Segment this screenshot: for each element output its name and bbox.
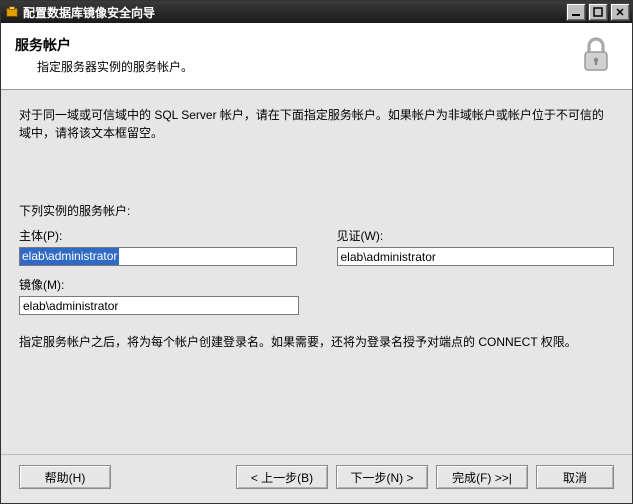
wizard-body: 对于同一域或可信域中的 SQL Server 帐户，请在下面指定服务帐户。如果帐… — [1, 90, 632, 454]
titlebar: 配置数据库镜像安全向导 — [1, 1, 632, 23]
witness-input[interactable] — [337, 247, 615, 266]
back-button[interactable]: < 上一步(B) — [236, 465, 328, 489]
window-controls — [566, 3, 630, 21]
wizard-footer: 帮助(H) < 上一步(B) 下一步(N) > 完成(F) >>| 取消 — [1, 454, 632, 503]
finish-button[interactable]: 完成(F) >>| — [436, 465, 528, 489]
footer-note: 指定服务帐户之后，将为每个帐户创建登录名。如果需要，还将为登录名授予对端点的 C… — [19, 333, 614, 351]
accounts-heading: 下列实例的服务帐户: — [19, 202, 614, 219]
maximize-button[interactable] — [588, 3, 608, 21]
page-subtitle: 指定服务器实例的服务帐户。 — [15, 58, 574, 75]
page-title: 服务帐户 — [15, 35, 574, 55]
principal-field: 主体(P): elab\administrator — [19, 227, 297, 266]
witness-label: 见证(W): — [337, 227, 615, 244]
intro-text: 对于同一域或可信域中的 SQL Server 帐户，请在下面指定服务帐户。如果帐… — [19, 106, 614, 142]
next-button[interactable]: 下一步(N) > — [336, 465, 428, 489]
cancel-button[interactable]: 取消 — [536, 465, 614, 489]
close-button[interactable] — [610, 3, 630, 21]
help-button[interactable]: 帮助(H) — [19, 465, 111, 489]
principal-input[interactable] — [19, 247, 297, 266]
mirror-input[interactable] — [19, 296, 299, 315]
window-title: 配置数据库镜像安全向导 — [23, 4, 566, 21]
lock-icon — [574, 33, 618, 77]
wizard-header: 服务帐户 指定服务器实例的服务帐户。 — [1, 23, 632, 90]
mirror-label: 镜像(M): — [19, 276, 299, 293]
minimize-button[interactable] — [566, 3, 586, 21]
wizard-window: 配置数据库镜像安全向导 服务帐户 指定服务器实例的服务帐户。 — [0, 0, 633, 504]
mirror-field: 镜像(M): — [19, 276, 299, 315]
app-icon — [5, 5, 19, 19]
witness-field: 见证(W): — [337, 227, 615, 266]
principal-label: 主体(P): — [19, 227, 297, 244]
